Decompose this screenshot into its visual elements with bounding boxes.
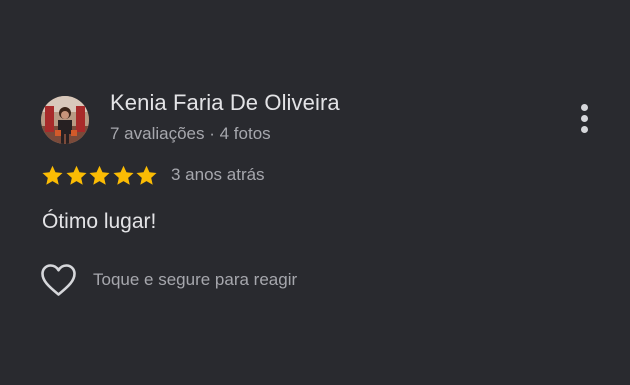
react-label: Toque e segure para reagir (93, 270, 298, 289)
review-card: Kenia Faria De Oliveira 7 avaliações · 4… (0, 0, 630, 385)
star-rating (41, 165, 159, 187)
avatar-photo (41, 96, 89, 144)
avatar[interactable] (41, 96, 89, 144)
review-date: 3 anos atrás (171, 165, 265, 184)
react-button[interactable]: Toque e segure para reagir (40, 262, 297, 298)
heart-outline-icon (41, 264, 76, 296)
star-icon (112, 165, 134, 185)
star-icon (89, 165, 110, 185)
author-name[interactable]: Kenia Faria De Oliveira (110, 90, 340, 116)
star-icon (136, 165, 157, 185)
review-text: Ótimo lugar! (42, 210, 157, 233)
author-meta[interactable]: 7 avaliações · 4 fotos (110, 124, 271, 144)
star-icon (65, 165, 87, 185)
more-options-button[interactable] (574, 101, 596, 135)
star-icon (42, 165, 63, 185)
